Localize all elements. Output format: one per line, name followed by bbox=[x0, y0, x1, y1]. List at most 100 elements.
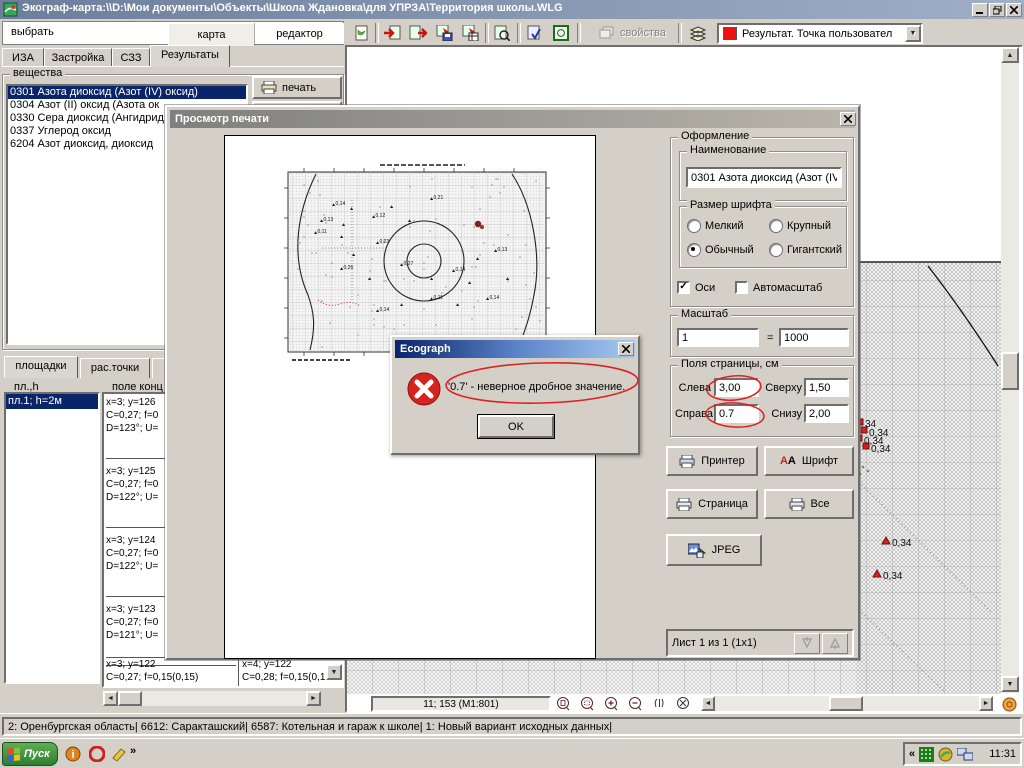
map-toolbar: свойства Результат. Точка пользовател bbox=[345, 21, 1024, 45]
radio-large[interactable]: Крупный bbox=[769, 219, 831, 233]
top-margin-input[interactable] bbox=[804, 378, 849, 397]
layer-combo-value: Результат. Точка пользовател bbox=[742, 28, 900, 40]
tab-map[interactable]: карта bbox=[168, 23, 255, 46]
new-map-icon[interactable] bbox=[352, 23, 372, 43]
tray-grid-icon[interactable] bbox=[919, 747, 934, 762]
radio-small[interactable]: Мелкий bbox=[687, 219, 744, 233]
map-zoom-tools[interactable] bbox=[555, 696, 705, 712]
properties-button[interactable]: свойства bbox=[593, 23, 672, 43]
map-scroll-left-icon[interactable] bbox=[701, 696, 715, 711]
map-hscrollbar[interactable] bbox=[715, 696, 979, 711]
radio-giant[interactable]: Гигантский bbox=[769, 243, 842, 257]
conc-hscrollbar[interactable] bbox=[103, 691, 321, 706]
font-button[interactable]: AA Шрифт bbox=[764, 446, 854, 476]
properties-icon bbox=[599, 26, 615, 40]
tab-calc-points[interactable]: рас.точки bbox=[80, 358, 150, 378]
jpeg-button[interactable]: JPEG bbox=[666, 534, 762, 566]
checkbox-icon bbox=[735, 281, 748, 294]
preview-close-button[interactable] bbox=[840, 112, 856, 126]
right-margin-input[interactable] bbox=[714, 404, 759, 423]
close-icon bbox=[844, 115, 852, 123]
system-tray: « 11:31 bbox=[903, 742, 1022, 766]
start-button[interactable]: Пуск bbox=[2, 742, 58, 766]
print-button[interactable]: печать bbox=[252, 76, 342, 99]
scroll-left-icon[interactable] bbox=[103, 691, 118, 706]
autoscale-checkbox[interactable]: Автомасштаб bbox=[735, 281, 822, 294]
menu-select[interactable]: выбрать bbox=[11, 26, 54, 38]
name-input[interactable] bbox=[686, 167, 842, 188]
conc-cell[interactable]: x=3; y=122C=0,27; f=0,15(0,15) bbox=[106, 657, 236, 688]
left-margin-input[interactable] bbox=[714, 378, 759, 397]
print-preview-icon[interactable] bbox=[492, 23, 512, 43]
arrow-up-icon bbox=[828, 636, 842, 650]
map-scroll-right-icon[interactable] bbox=[979, 696, 993, 711]
error-titlebar[interactable]: Ecograph bbox=[395, 340, 635, 358]
scroll-thumb[interactable] bbox=[118, 691, 142, 706]
conc-dropdown-icon[interactable] bbox=[326, 664, 342, 680]
tab-iza[interactable]: ИЗА bbox=[2, 48, 44, 67]
plh-item[interactable]: пл.1; h=2м bbox=[6, 394, 98, 409]
restore-icon bbox=[993, 6, 1002, 15]
scroll-up-icon[interactable] bbox=[1001, 47, 1019, 63]
main-titlebar[interactable]: Экограф-карта:\\D:\Мои документы\Объекты… bbox=[0, 0, 1024, 19]
map-vscrollbar[interactable] bbox=[1001, 47, 1019, 693]
preview-titlebar[interactable]: Просмотр печати bbox=[170, 110, 855, 128]
scale-a-input[interactable] bbox=[677, 328, 759, 347]
radio-checked-icon bbox=[687, 243, 701, 257]
close-button[interactable] bbox=[1006, 3, 1022, 17]
toolbar-separator bbox=[485, 23, 489, 43]
compass-button[interactable] bbox=[1001, 696, 1018, 712]
quicklaunch-info-icon[interactable]: i bbox=[64, 745, 82, 763]
prev-sheet-button[interactable] bbox=[794, 633, 820, 654]
tray-globe-icon[interactable] bbox=[938, 747, 953, 762]
window-title: Экограф-карта:\\D:\Мои документы\Объекты… bbox=[22, 2, 792, 14]
layer-combobox[interactable]: Результат. Точка пользовател bbox=[717, 23, 923, 44]
tray-chevron-icon[interactable]: « bbox=[909, 748, 915, 760]
quicklaunch-opera-icon[interactable] bbox=[88, 745, 106, 763]
restore-button[interactable] bbox=[989, 3, 1005, 17]
radio-normal[interactable]: Обычный bbox=[687, 243, 754, 257]
tab-areas[interactable]: площадки bbox=[4, 356, 78, 378]
page-button[interactable]: Страница bbox=[666, 489, 758, 519]
tray-network-icon[interactable] bbox=[957, 748, 973, 761]
ok-button[interactable]: OK bbox=[478, 415, 554, 438]
svg-text:0,14: 0,14 bbox=[380, 307, 390, 313]
tab-results[interactable]: Результаты bbox=[150, 45, 230, 67]
list-item[interactable]: 0301 Азота диоксид (Азот (IV) оксид) bbox=[8, 86, 246, 99]
frame-icon[interactable] bbox=[551, 23, 571, 43]
left-margin-label: Слева bbox=[675, 382, 711, 394]
windows-logo-icon bbox=[7, 747, 20, 761]
save-map-icon[interactable] bbox=[434, 23, 454, 43]
scroll-thumb[interactable] bbox=[829, 696, 863, 711]
quicklaunch-brush-icon[interactable] bbox=[110, 745, 128, 763]
next-sheet-button[interactable] bbox=[822, 633, 848, 654]
quicklaunch-more-icon[interactable]: » bbox=[130, 745, 136, 757]
export-map-icon[interactable] bbox=[408, 23, 428, 43]
tab-zastroika[interactable]: Застройка bbox=[44, 48, 112, 67]
scale-group: Масштаб = bbox=[670, 315, 854, 357]
bottom-margin-input[interactable] bbox=[804, 404, 849, 423]
tab-editor[interactable]: редактор bbox=[254, 23, 344, 44]
tab-szz[interactable]: СЗЗ bbox=[112, 48, 150, 67]
printer-button[interactable]: Принтер bbox=[666, 446, 758, 476]
scroll-right-icon[interactable] bbox=[306, 691, 321, 706]
toolbar-separator bbox=[375, 23, 379, 43]
scroll-thumb[interactable] bbox=[1001, 352, 1019, 390]
error-close-button[interactable] bbox=[618, 342, 634, 356]
import-map-icon[interactable] bbox=[383, 23, 403, 43]
printer-icon bbox=[261, 81, 277, 94]
check-map-icon[interactable] bbox=[525, 23, 545, 43]
svg-text:0,12: 0,12 bbox=[376, 213, 386, 219]
tray-clock[interactable]: 11:31 bbox=[989, 748, 1016, 760]
conc-cell[interactable]: x=4; y=122C=0,28; f=0,15(0,1 bbox=[238, 657, 328, 688]
layers-icon[interactable] bbox=[687, 23, 711, 43]
scroll-down-icon[interactable] bbox=[1001, 676, 1019, 692]
scale-b-input[interactable] bbox=[779, 328, 849, 347]
minimize-button[interactable] bbox=[972, 3, 988, 17]
save-table-icon[interactable] bbox=[460, 23, 480, 43]
combo-dropdown-icon[interactable] bbox=[905, 25, 921, 42]
plh-listbox[interactable]: пл.1; h=2м bbox=[4, 392, 100, 684]
font-size-group: Размер шрифта Мелкий Крупный Обычный Гиг… bbox=[679, 206, 847, 268]
axes-checkbox[interactable]: Оси bbox=[677, 281, 715, 294]
all-pages-button[interactable]: Все bbox=[764, 489, 854, 519]
